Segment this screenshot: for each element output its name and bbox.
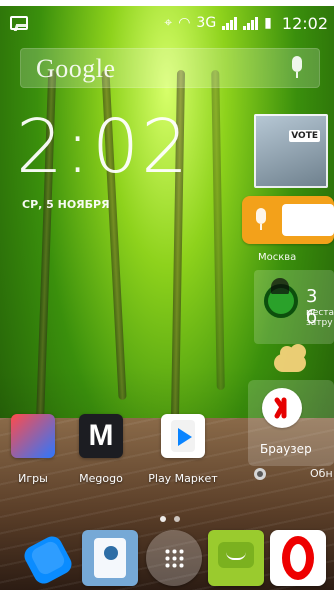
app-label: Megogo — [79, 472, 123, 485]
google-search-bar[interactable]: Google — [20, 48, 320, 88]
page-indicator — [160, 514, 200, 524]
battery-icon: ▮ — [264, 15, 272, 31]
top-white-strip — [0, 0, 334, 6]
forest-trunk — [211, 69, 225, 391]
megogo-icon: M — [79, 414, 123, 458]
wifi-icon: ◠ — [178, 15, 191, 31]
app-games[interactable]: Игры — [0, 414, 68, 494]
phone-icon[interactable] — [20, 530, 76, 586]
vote-text: VOTE — [289, 130, 320, 142]
contacts-icon[interactable] — [82, 530, 138, 586]
games-icon — [11, 414, 55, 458]
browser-widget[interactable]: Браузер — [248, 380, 334, 466]
signal-icon-2 — [243, 16, 259, 30]
photo-widget[interactable]: VOTE — [254, 114, 328, 188]
signal-icon — [222, 16, 238, 30]
voice-input-box[interactable] — [282, 204, 334, 236]
clock-time: 2:02 — [16, 104, 191, 190]
voice-search-widget[interactable] — [242, 196, 334, 244]
mic-icon — [252, 208, 270, 232]
status-right: ⌖ ◠ 3G ▮ 12:02 — [164, 14, 328, 33]
clock-date: СР, 5 НОЯБРЯ — [22, 198, 110, 211]
city-label: Москва — [258, 252, 297, 263]
location-icon: ⌖ — [164, 15, 173, 31]
opera-icon[interactable] — [270, 530, 326, 586]
android-home-screen: ⌖ ◠ 3G ▮ 12:02 Google 2:02 СР, 5 НОЯБРЯ … — [0, 0, 334, 590]
weather-icon — [274, 344, 306, 372]
status-bar: ⌖ ◠ 3G ▮ 12:02 — [10, 12, 328, 34]
app-megogo[interactable]: M Megogo — [66, 414, 136, 494]
dock — [0, 530, 334, 590]
play-store-icon — [161, 414, 205, 458]
browser-label: Браузер — [260, 442, 312, 456]
mic-icon[interactable] — [288, 56, 306, 80]
bottom-text: Обн — [310, 467, 333, 480]
sms-icon[interactable] — [208, 530, 264, 586]
app-play-store[interactable]: Play Маркет — [148, 414, 218, 494]
page-dot — [160, 516, 166, 522]
home-apps-row: Игры M Megogo Play Маркет — [0, 414, 246, 494]
app-drawer-icon[interactable] — [146, 530, 202, 586]
network-type: 3G — [196, 15, 217, 31]
page-dot — [174, 516, 180, 522]
right-widget-panel: VOTE Москва 3 б места затру Браузер Обн — [242, 112, 334, 482]
traffic-widget[interactable]: 3 б места затру — [254, 270, 334, 344]
app-label: Play Маркет — [148, 472, 218, 485]
gear-icon[interactable] — [254, 468, 266, 480]
google-logo: Google — [36, 54, 116, 83]
gallery-notification-icon — [10, 16, 28, 30]
traffic-icon — [264, 278, 298, 318]
status-time: 12:02 — [281, 13, 328, 33]
clock-widget[interactable]: 2:02 СР, 5 НОЯБРЯ — [16, 104, 206, 211]
yandex-browser-icon — [262, 388, 302, 428]
app-label: Игры — [18, 472, 48, 485]
widget-bottom-row: Обн — [248, 464, 334, 486]
traffic-subtext: места затру — [306, 308, 334, 328]
